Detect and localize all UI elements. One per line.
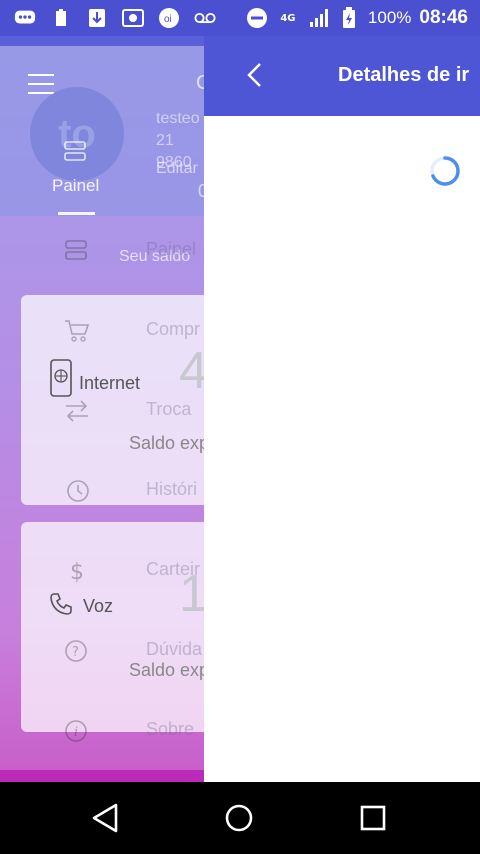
battery-small-icon — [50, 8, 72, 28]
panel-header: Detalhes de ir — [204, 36, 480, 116]
faded-nav-menu: Painel Compr Troca Históri $ Carteir ? D… — [0, 36, 204, 782]
dollar-icon: $ — [64, 558, 90, 585]
triangle-back-icon — [92, 803, 118, 833]
menu-item-label: Sobre — [146, 719, 195, 739]
background-app: to C testeo 21 9860 Editar 0 Painel Seu … — [0, 36, 204, 782]
cart-icon — [64, 318, 90, 344]
loading-spinner-icon — [428, 154, 462, 188]
swap-icon — [64, 398, 90, 424]
signal-icon — [308, 8, 330, 28]
back-nav-button[interactable] — [90, 802, 122, 834]
network-4g-icon: 4G — [280, 12, 296, 24]
menu-item-sobre[interactable]: i Sobre — [0, 710, 204, 750]
menu-item-label: Painel — [146, 239, 197, 259]
dashboard-icon — [64, 238, 90, 264]
menu-item-carteira[interactable]: $ Carteir — [0, 550, 204, 590]
download-icon — [86, 8, 108, 28]
oi-icon: oi — [158, 8, 180, 28]
battery-charging-icon — [338, 7, 360, 28]
menu-item-historico[interactable]: Históri — [0, 470, 204, 510]
recents-nav-button[interactable] — [357, 802, 389, 834]
menu-item-label: Compr — [146, 319, 201, 339]
info-icon: i — [64, 718, 90, 744]
square-recents-icon — [360, 805, 386, 831]
detail-panel: Detalhes de ir — [204, 36, 480, 782]
menu-item-duvidas[interactable]: ? Dúvida — [0, 630, 204, 670]
chat-bubble-icon — [14, 8, 36, 28]
svg-text:$: $ — [70, 560, 84, 584]
menu-item-label: Históri — [146, 479, 198, 499]
help-icon: ? — [64, 638, 90, 664]
menu-item-label: Dúvida — [146, 639, 203, 659]
circle-home-icon — [225, 804, 253, 832]
menu-item-label: Troca — [146, 399, 192, 419]
navigation-bar — [0, 782, 480, 854]
menu-item-painel[interactable]: Painel — [0, 230, 204, 270]
history-icon — [64, 478, 90, 504]
menu-item-compra[interactable]: Compr — [0, 310, 204, 350]
clock: 08:46 — [419, 7, 468, 28]
svg-text:?: ? — [72, 645, 79, 660]
menu-item-label: Carteir — [146, 559, 201, 579]
home-nav-button[interactable] — [223, 802, 255, 834]
bottom-accent-bar — [0, 770, 204, 782]
svg-text:i: i — [74, 725, 78, 740]
do-not-disturb-icon — [246, 8, 268, 28]
chevron-left-icon — [247, 63, 261, 87]
status-bar: oi 4G 100% 08:46 — [0, 0, 480, 36]
back-button[interactable] — [240, 60, 270, 90]
svg-text:oi: oi — [164, 14, 172, 25]
voicemail-icon — [194, 8, 216, 28]
page-title: Detalhes de ir — [338, 64, 470, 86]
photo-icon — [122, 8, 144, 28]
battery-percent: 100% — [367, 8, 412, 27]
menu-item-troca[interactable]: Troca — [0, 390, 204, 430]
